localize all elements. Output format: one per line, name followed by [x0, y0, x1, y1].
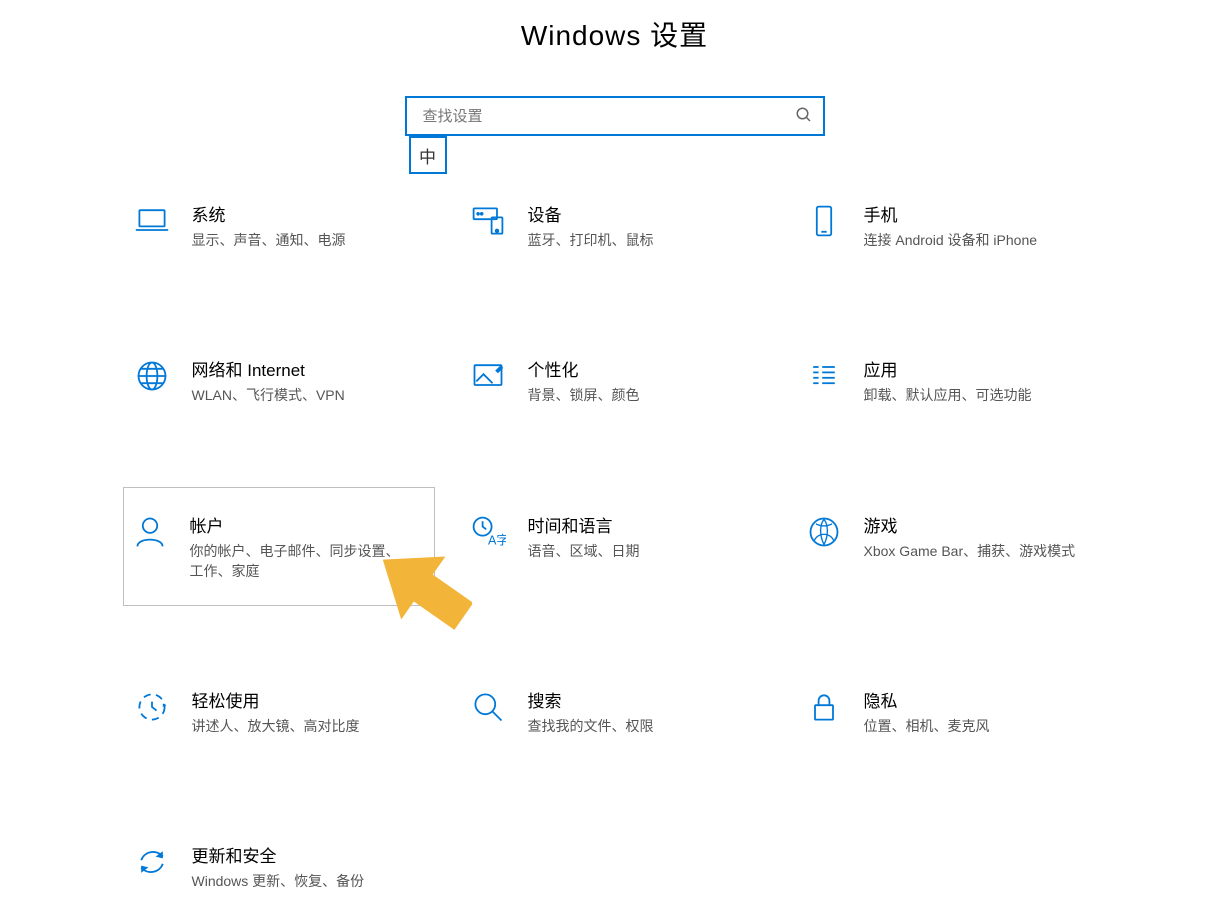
tile-title: 隐私: [864, 687, 1106, 712]
xbox-icon: [806, 514, 842, 550]
tile-text: 更新和安全 Windows 更新、恢复、备份: [192, 842, 434, 891]
sync-icon: [134, 844, 170, 880]
tile-personalize[interactable]: 个性化背景、锁屏、颜色: [461, 347, 779, 414]
person-icon: [132, 514, 168, 550]
tile-text: 应用卸载、默认应用、可选功能: [864, 356, 1106, 405]
tile-update[interactable]: 更新和安全 Windows 更新、恢复、备份: [125, 833, 443, 900]
tile-title: 时间和语言: [528, 512, 770, 537]
apps-icon: [806, 358, 842, 394]
tile-text: 游戏 Xbox Game Bar、捕获、游戏模式: [864, 512, 1106, 561]
tile-phone[interactable]: 手机连接 Android 设备和 iPhone: [797, 192, 1115, 259]
tile-text: 隐私位置、相机、麦克风: [864, 687, 1106, 736]
tile-desc: 讲述人、放大镜、高对比度: [192, 716, 412, 736]
ease-icon: [134, 689, 170, 725]
tile-text: 搜索查找我的文件、权限: [528, 687, 770, 736]
tile-title: 手机: [864, 201, 1106, 226]
settings-grid: 系统显示、声音、通知、电源 设备蓝牙、打印机、鼠标 手机连接 Android 设备和…: [115, 192, 1115, 901]
tile-text: 网络和 Internet WLAN、飞行模式、VPN: [192, 356, 434, 405]
tile-desc: Windows 更新、恢复、备份: [192, 871, 412, 891]
lock-icon: [806, 689, 842, 725]
personalize-icon: [470, 358, 506, 394]
tile-desc: 语音、区域、日期: [528, 541, 748, 561]
tile-text: 轻松使用讲述人、放大镜、高对比度: [192, 687, 434, 736]
page-title: Windows 设置: [0, 0, 1229, 54]
tile-desc: 连接 Android 设备和 iPhone: [864, 230, 1084, 250]
tile-text: 帐户你的帐户、电子邮件、同步设置、工作、家庭: [190, 512, 426, 582]
tile-text: 系统显示、声音、通知、电源: [192, 201, 434, 250]
tile-title: 更新和安全: [192, 842, 434, 867]
tile-desc: 位置、相机、麦克风: [864, 716, 1084, 736]
tile-text: 时间和语言语音、区域、日期: [528, 512, 770, 561]
tile-desc: 显示、声音、通知、电源: [192, 230, 412, 250]
laptop-icon: [134, 203, 170, 239]
tile-desc: 蓝牙、打印机、鼠标: [528, 230, 748, 250]
tile-gaming[interactable]: 游戏 Xbox Game Bar、捕获、游戏模式: [797, 503, 1115, 591]
tile-system[interactable]: 系统显示、声音、通知、电源: [125, 192, 443, 259]
tile-title: 系统: [192, 201, 434, 226]
tile-accounts[interactable]: 帐户你的帐户、电子邮件、同步设置、工作、家庭: [123, 487, 435, 607]
tile-title: 应用: [864, 356, 1106, 381]
search-input[interactable]: [405, 96, 825, 136]
tile-network[interactable]: 网络和 Internet WLAN、飞行模式、VPN: [125, 347, 443, 414]
phone-icon: [806, 203, 842, 239]
tile-title: 游戏: [864, 512, 1106, 537]
tile-privacy[interactable]: 隐私位置、相机、麦克风: [797, 678, 1115, 745]
time-lang-icon: A字: [470, 514, 506, 550]
globe-icon: [134, 358, 170, 394]
tile-text: 设备蓝牙、打印机、鼠标: [528, 201, 770, 250]
devices-icon: [470, 203, 506, 239]
tile-title: 设备: [528, 201, 770, 226]
tile-title: 帐户: [190, 512, 426, 537]
ime-indicator[interactable]: 中: [409, 136, 447, 174]
svg-text:A字: A字: [488, 533, 506, 547]
tile-title: 轻松使用: [192, 687, 434, 712]
tile-desc: WLAN、飞行模式、VPN: [192, 385, 412, 405]
tile-apps[interactable]: 应用卸载、默认应用、可选功能: [797, 347, 1115, 414]
search-container: 中: [405, 96, 825, 136]
tile-desc: 你的帐户、电子邮件、同步设置、工作、家庭: [190, 541, 410, 582]
search-icon[interactable]: [795, 106, 813, 124]
tile-ease[interactable]: 轻松使用讲述人、放大镜、高对比度: [125, 678, 443, 745]
tile-desc: 查找我的文件、权限: [528, 716, 748, 736]
tile-text: 个性化背景、锁屏、颜色: [528, 356, 770, 405]
tile-desc: Xbox Game Bar、捕获、游戏模式: [864, 541, 1084, 561]
magnify-icon: [470, 689, 506, 725]
tile-text: 手机连接 Android 设备和 iPhone: [864, 201, 1106, 250]
tile-search[interactable]: 搜索查找我的文件、权限: [461, 678, 779, 745]
tile-time[interactable]: A字 时间和语言语音、区域、日期: [461, 503, 779, 591]
tile-desc: 背景、锁屏、颜色: [528, 385, 748, 405]
tile-desc: 卸载、默认应用、可选功能: [864, 385, 1084, 405]
tile-devices[interactable]: 设备蓝牙、打印机、鼠标: [461, 192, 779, 259]
tile-title: 网络和 Internet: [192, 356, 434, 381]
tile-title: 个性化: [528, 356, 770, 381]
tile-title: 搜索: [528, 687, 770, 712]
